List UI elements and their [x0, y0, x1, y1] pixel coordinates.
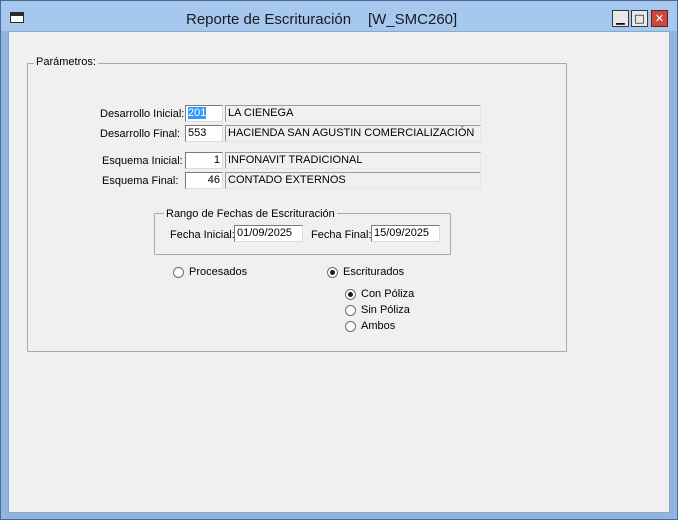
esquema-inicial-name: INFONAVIT TRADICIONAL — [225, 152, 481, 169]
parametros-label: Parámetros: — [34, 56, 98, 68]
minimize-button[interactable]: ▁ — [612, 10, 629, 27]
minimize-icon: ▁ — [616, 12, 625, 25]
desarrollo-inicial-value: 201 — [188, 107, 207, 119]
client-area: Parámetros: Desarrollo Inicial: 201 LA C… — [8, 31, 670, 513]
escriturados-label: Escriturados — [343, 266, 405, 278]
close-button[interactable]: ✕ — [651, 10, 668, 27]
window-title: Reporte de Escrituración — [186, 11, 352, 28]
esquema-inicial-input[interactable]: 1 — [185, 152, 223, 169]
fecha-inicial-label: Fecha Inicial: — [170, 229, 235, 241]
procesados-label: Procesados — [189, 266, 248, 278]
sin-poliza-radio[interactable]: Sin Póliza — [345, 304, 410, 316]
con-poliza-radio[interactable]: Con Póliza — [345, 288, 414, 300]
desarrollo-final-label: Desarrollo Final: — [100, 128, 181, 140]
escriturados-radio[interactable]: Escriturados — [327, 266, 404, 278]
fecha-final-label: Fecha Final: — [311, 229, 372, 241]
sin-poliza-radio-dot — [345, 304, 356, 316]
window-menu-icon[interactable] — [10, 12, 24, 23]
esquema-inicial-label: Esquema Inicial: — [102, 155, 183, 167]
desarrollo-final-name: HACIENDA SAN AGUSTIN COMERCIALIZACIÓN — [225, 125, 481, 142]
esquema-final-input[interactable]: 46 — [185, 172, 223, 189]
ambos-radio-dot — [345, 320, 356, 332]
maximize-icon: □ — [634, 12, 645, 25]
close-icon: ✕ — [654, 12, 665, 25]
fecha-final-input[interactable]: 15/09/2025 — [371, 225, 440, 242]
window-code: [W_SMC260] — [368, 11, 458, 28]
ambos-label: Ambos — [361, 320, 396, 332]
desarrollo-inicial-name: LA CIENEGA — [225, 105, 481, 122]
desarrollo-inicial-label: Desarrollo Inicial: — [100, 108, 185, 120]
sin-poliza-label: Sin Póliza — [361, 304, 410, 316]
maximize-button[interactable]: □ — [631, 10, 648, 27]
desarrollo-inicial-input[interactable]: 201 — [185, 105, 223, 122]
esquema-final-label: Esquema Final: — [102, 175, 179, 187]
procesados-radio-dot — [173, 266, 184, 278]
desarrollo-final-input[interactable]: 553 — [185, 125, 223, 142]
con-poliza-label: Con Póliza — [361, 288, 415, 300]
escriturados-radio-dot — [327, 266, 338, 278]
esquema-final-name: CONTADO EXTERNOS — [225, 172, 481, 189]
rango-fechas-label: Rango de Fechas de Escrituración — [164, 208, 337, 220]
procesados-radio[interactable]: Procesados — [173, 266, 247, 278]
fecha-inicial-input[interactable]: 01/09/2025 — [234, 225, 303, 242]
ambos-radio[interactable]: Ambos — [345, 320, 395, 332]
app-window: Reporte de Escrituración [W_SMC260] ▁ □ … — [0, 0, 678, 520]
title-bar[interactable]: Reporte de Escrituración [W_SMC260] ▁ □ … — [1, 1, 677, 31]
con-poliza-radio-dot — [345, 288, 356, 300]
